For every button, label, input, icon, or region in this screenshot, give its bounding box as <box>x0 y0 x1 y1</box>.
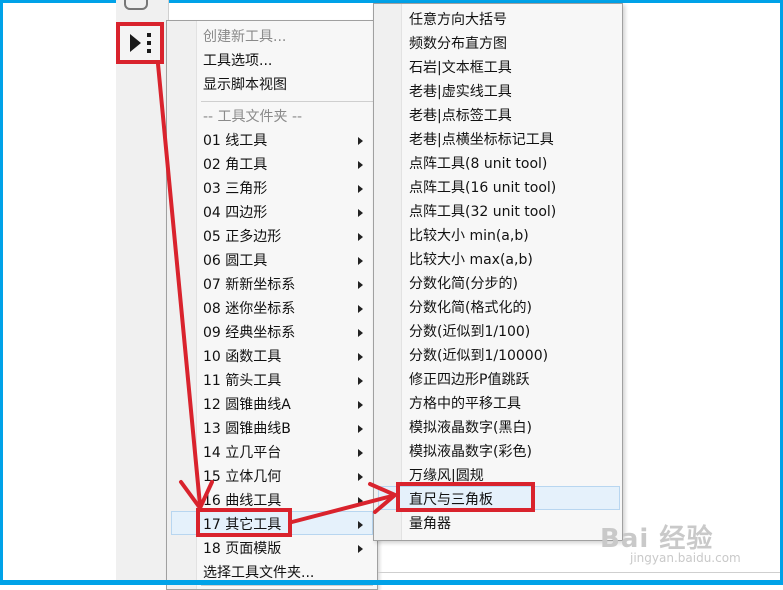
submenu-item[interactable]: 模拟液晶数字(彩色) <box>409 440 532 464</box>
menu-item-label: 创建新工具... <box>203 29 287 45</box>
menu-item[interactable]: 04 四边形 <box>203 201 373 225</box>
menu-item: -- 工具文件夹 -- <box>203 105 373 129</box>
menu-item[interactable]: 11 箭头工具 <box>203 369 373 393</box>
submenu-item[interactable]: 频数分布直方图 <box>409 32 507 56</box>
menu-item-label: 04 四边形 <box>203 205 268 221</box>
custom-tools-button[interactable] <box>116 22 164 64</box>
menu-item[interactable]: 02 角工具 <box>203 153 373 177</box>
submenu-arrow-icon <box>358 473 363 481</box>
menu-item[interactable]: 06 圆工具 <box>203 249 373 273</box>
toolbox-panel <box>116 0 169 580</box>
menu-item-label: 16 曲线工具 <box>203 493 282 509</box>
submenu-arrow-icon <box>358 281 363 289</box>
submenu-item[interactable]: 模拟液晶数字(黑白) <box>409 416 532 440</box>
submenu-arrow-icon <box>358 545 363 553</box>
submenu-arrow-icon <box>358 137 363 145</box>
menu-item-label: 10 函数工具 <box>203 349 282 365</box>
play-icon <box>129 34 141 52</box>
submenu-item[interactable]: 点阵工具(16 unit tool) <box>409 176 556 200</box>
submenu-arrow-icon <box>358 185 363 193</box>
submenu-arrow-icon <box>358 329 363 337</box>
submenu-item[interactable]: 老巷|点横坐标标记工具 <box>409 128 554 152</box>
more-dots-icon <box>146 33 151 53</box>
submenu-item[interactable]: 分数化简(格式化的) <box>409 296 532 320</box>
menu-item-label: 03 三角形 <box>203 181 268 197</box>
menu-item-label: 工具选项... <box>203 53 273 69</box>
watermark-url: jingyan.baidu.com <box>630 551 741 565</box>
submenu-item[interactable]: 分数(近似到1/10000) <box>409 344 548 368</box>
submenu-arrow-icon <box>358 161 363 169</box>
submenu-icon-column <box>374 4 402 540</box>
menu-item-label: 18 页面模版 <box>203 541 282 557</box>
menu-item[interactable]: 03 三角形 <box>203 177 373 201</box>
submenu-item[interactable]: 点阵工具(8 unit tool) <box>409 152 547 176</box>
submenu-item[interactable]: 任意方向大括号 <box>409 8 507 32</box>
submenu-arrow-icon <box>358 401 363 409</box>
custom-tools-menu: 创建新工具... 工具选项... 显示脚本视图 -- 工具文件夹 -- 01 线工具 02… <box>166 20 378 590</box>
submenu-item[interactable]: 比较大小 max(a,b) <box>409 248 533 272</box>
window-frame-left <box>0 0 3 585</box>
menu-separator <box>201 101 373 102</box>
menu-item[interactable]: 12 圆锥曲线A <box>203 393 373 417</box>
submenu-arrow-icon <box>358 521 363 529</box>
submenu-item[interactable]: 老巷|点标签工具 <box>409 104 512 128</box>
submenu-item[interactable]: 点阵工具(32 unit tool) <box>409 200 556 224</box>
menu-separator <box>201 585 373 586</box>
menu-item[interactable]: 10 函数工具 <box>203 345 373 369</box>
menu-item-label: 08 迷你坐标系 <box>203 301 296 317</box>
menu-item[interactable]: 09 经典坐标系 <box>203 321 373 345</box>
menu-item-label: 09 经典坐标系 <box>203 325 296 341</box>
menu-item-label: 07 新新坐标系 <box>203 277 296 293</box>
submenu-arrow-icon <box>358 449 363 457</box>
submenu-arrow-icon <box>358 497 363 505</box>
menu-item[interactable]: 18 页面模版 <box>203 537 373 561</box>
menu-item[interactable]: 08 迷你坐标系 <box>203 297 373 321</box>
menu-item-label: 01 线工具 <box>203 133 268 149</box>
menu-item-label: 选择工具文件夹... <box>203 565 315 581</box>
menu-item[interactable]: 显示脚本视图 <box>203 73 373 97</box>
menu-item-label: 02 角工具 <box>203 157 268 173</box>
submenu-item[interactable]: 石岩|文本框工具 <box>409 56 512 80</box>
submenu-item[interactable]: 分数化简(分步的) <box>409 272 518 296</box>
submenu-arrow-icon <box>358 257 363 265</box>
menu-item-label: 显示脚本视图 <box>203 77 287 93</box>
annotation-box-ruler-triangle <box>396 482 535 512</box>
baidu-jingyan-watermark: Bai 经验 jingyan.baidu.com <box>600 518 741 565</box>
menu-item-label: 06 圆工具 <box>203 253 268 269</box>
menu-item-label: 14 立几平台 <box>203 445 282 461</box>
menu-item[interactable]: 14 立几平台 <box>203 441 373 465</box>
menu-item-label: -- 工具文件夹 -- <box>203 109 303 125</box>
menu-icon-column <box>167 21 197 589</box>
submenu-item[interactable]: 修正四边形P值跳跃 <box>409 368 529 392</box>
menu-item[interactable]: 15 立体几何 <box>203 465 373 489</box>
submenu-arrow-icon <box>358 305 363 313</box>
menu-item[interactable]: 工具选项... <box>203 49 373 73</box>
other-tools-submenu: 任意方向大括号 频数分布直方图 石岩|文本框工具 老巷|虚实线工具 老巷|点标签工具 老巷… <box>373 3 623 541</box>
menu-item-label: 05 正多边形 <box>203 229 282 245</box>
submenu-arrow-icon <box>358 377 363 385</box>
menu-item[interactable]: 13 圆锥曲线B <box>203 417 373 441</box>
canvas-divider <box>378 572 780 573</box>
annotation-box-other-tools <box>196 508 292 537</box>
submenu-item[interactable]: 比较大小 min(a,b) <box>409 224 529 248</box>
submenu-item[interactable]: 分数(近似到1/100) <box>409 320 530 344</box>
submenu-item[interactable]: 方格中的平移工具 <box>409 392 521 416</box>
tool-icon-partial[interactable] <box>124 0 148 10</box>
submenu-arrow-icon <box>358 353 363 361</box>
menu-item[interactable]: 01 线工具 <box>203 129 373 153</box>
menu-item-label: 15 立体几何 <box>203 469 282 485</box>
menu-item-label: 11 箭头工具 <box>203 373 282 389</box>
submenu-item[interactable]: 老巷|虚实线工具 <box>409 80 512 104</box>
menu-item[interactable]: 05 正多边形 <box>203 225 373 249</box>
menu-item-label: 13 圆锥曲线B <box>203 421 291 437</box>
menu-item[interactable]: 07 新新坐标系 <box>203 273 373 297</box>
menu-item-label: 12 圆锥曲线A <box>203 397 291 413</box>
watermark-logo-text: Bai 经验 <box>600 524 714 554</box>
submenu-arrow-icon <box>358 425 363 433</box>
submenu-arrow-icon <box>358 209 363 217</box>
window-frame-bottom <box>0 580 783 585</box>
menu-item: 创建新工具... <box>203 25 373 49</box>
submenu-arrow-icon <box>358 233 363 241</box>
submenu-item[interactable]: 量角器 <box>409 512 451 536</box>
